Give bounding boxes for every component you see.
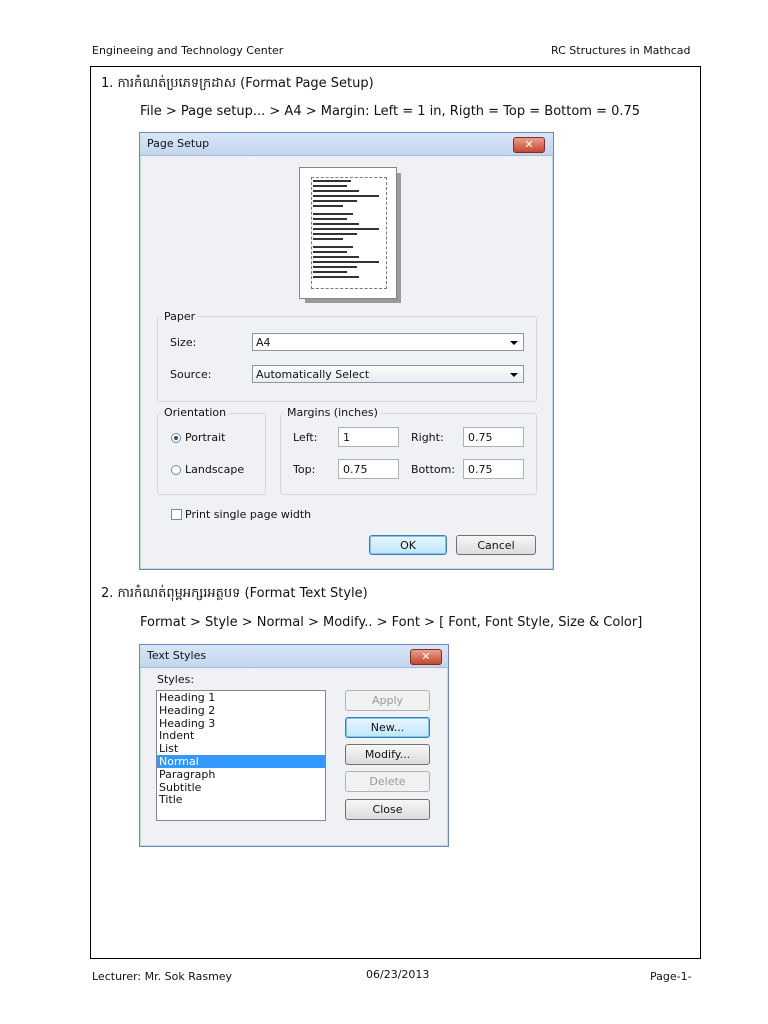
preview-text-line <box>313 233 357 235</box>
page-setup-title: Page Setup <box>147 137 210 150</box>
bottom-margin-label: Bottom: <box>411 463 456 476</box>
preview-text-line <box>313 185 347 187</box>
close-icon[interactable]: ✕ <box>513 137 545 153</box>
source-label: Source: <box>170 368 212 381</box>
right-margin-input[interactable]: 0.75 <box>463 427 524 447</box>
list-item[interactable]: Indent <box>157 729 325 742</box>
chevron-down-icon <box>510 341 518 345</box>
close-button[interactable]: Close <box>345 799 430 820</box>
preview-text-line <box>313 266 357 268</box>
footer-date: 06/23/2013 <box>366 968 430 981</box>
section2-heading: 2. ការកំណត់ពុម្ពអក្សរអត្ថបទ (Format Text… <box>101 586 368 601</box>
print-single-page-label: Print single page width <box>185 508 312 521</box>
header-left: Engineeing and Technology Center <box>92 44 284 57</box>
ok-button[interactable]: OK <box>369 535 447 555</box>
top-margin-input[interactable]: 0.75 <box>338 459 399 479</box>
source-select-value: Automatically Select <box>256 368 370 381</box>
size-select-value: A4 <box>256 336 271 349</box>
preview-text-line <box>313 271 347 273</box>
list-item[interactable]: List <box>157 742 325 755</box>
preview-text-line <box>313 261 379 263</box>
list-item-selected[interactable]: Normal <box>157 754 325 768</box>
section1-heading: 1. ការកំណត់ប្រភេទក្រដាស (Format Page Set… <box>101 76 374 91</box>
preview-text-line <box>313 251 347 253</box>
delete-button[interactable]: Delete <box>345 771 430 792</box>
styles-list[interactable]: Heading 1 Heading 2 Heading 3 Indent Lis… <box>156 690 326 821</box>
preview-text-line <box>313 223 359 225</box>
styles-label: Styles: <box>157 673 195 686</box>
cancel-button[interactable]: Cancel <box>456 535 536 555</box>
preview-text-line <box>313 200 357 202</box>
text-styles-dialog: Text Styles ✕ Styles: Heading 1 Heading … <box>139 644 449 847</box>
preview-text-line <box>313 276 359 278</box>
preview-text-line <box>313 180 351 182</box>
list-item[interactable]: Heading 2 <box>157 704 325 717</box>
preview-text-line <box>313 238 343 240</box>
list-item[interactable]: Heading 3 <box>157 717 325 730</box>
landscape-label: Landscape <box>185 463 245 476</box>
footer-lecturer: Lecturer: Mr. Sok Rasmey <box>92 970 233 983</box>
list-item[interactable]: Heading 1 <box>157 691 325 704</box>
list-item[interactable]: Title <box>157 793 325 806</box>
margins-group <box>280 413 537 495</box>
section1-path: File > Page setup... > A4 > Margin: Left… <box>140 104 641 119</box>
right-margin-label: Right: <box>411 431 444 444</box>
orientation-group-label: Orientation <box>161 406 230 419</box>
text-styles-titlebar: Text Styles ✕ <box>140 645 448 668</box>
size-label: Size: <box>170 336 197 349</box>
portrait-label: Portrait <box>185 431 226 444</box>
text-styles-title: Text Styles <box>147 649 207 662</box>
left-margin-label: Left: <box>293 431 318 444</box>
close-icon[interactable]: ✕ <box>410 649 442 665</box>
bottom-margin-input[interactable]: 0.75 <box>463 459 524 479</box>
new-button[interactable]: New... <box>345 717 430 738</box>
chevron-down-icon <box>510 373 518 377</box>
preview-text-line <box>313 205 343 207</box>
preview-text-line <box>313 246 353 248</box>
preview-text-line <box>313 213 353 215</box>
margins-group-label: Margins (inches) <box>284 406 381 419</box>
preview-text-line <box>313 195 379 197</box>
left-margin-input[interactable]: 1 <box>338 427 399 447</box>
portrait-radio[interactable] <box>171 433 181 443</box>
preview-text-line <box>313 218 347 220</box>
footer-page: Page-1- <box>650 970 692 983</box>
source-select[interactable]: Automatically Select <box>252 365 524 383</box>
page-preview <box>299 167 397 299</box>
orientation-group <box>157 413 266 495</box>
preview-text-line <box>313 228 379 230</box>
page-setup-dialog: Page Setup ✕ Paper Size: A4 Source: Auto… <box>139 132 554 570</box>
list-item[interactable]: Paragraph <box>157 768 325 781</box>
preview-text-line <box>313 190 359 192</box>
print-single-page-checkbox[interactable] <box>171 509 182 520</box>
preview-text-line <box>313 256 359 258</box>
modify-button[interactable]: Modify... <box>345 744 430 765</box>
top-margin-label: Top: <box>293 463 316 476</box>
apply-button[interactable]: Apply <box>345 690 430 711</box>
size-select[interactable]: A4 <box>252 333 524 351</box>
paper-group-label: Paper <box>161 310 199 323</box>
section2-path: Format > Style > Normal > Modify.. > Fon… <box>140 615 643 630</box>
landscape-radio[interactable] <box>171 465 181 475</box>
page-setup-titlebar: Page Setup ✕ <box>140 133 553 156</box>
header-right: RC Structures in Mathcad <box>551 44 691 57</box>
paper-group <box>157 316 537 402</box>
list-item[interactable]: Subtitle <box>157 781 325 794</box>
